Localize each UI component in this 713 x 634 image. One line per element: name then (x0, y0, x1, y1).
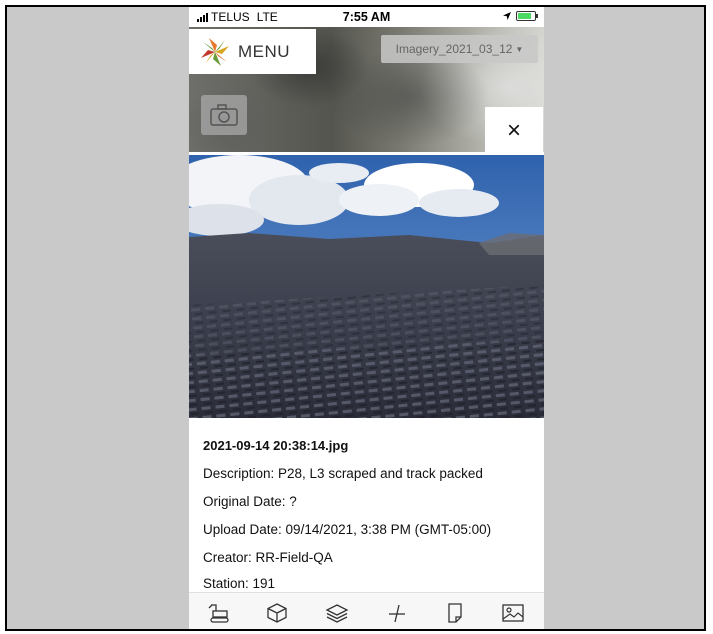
imagery-select-value: Imagery_2021_03_12 (395, 42, 513, 56)
photo-info-panel: 2021-09-14 20:38:14.jpg Description: P28… (189, 418, 544, 592)
camera-button[interactable] (201, 95, 247, 135)
cube-icon (267, 603, 287, 623)
photo-upload-date: Upload Date: 09/14/2021, 3:38 PM (GMT-05… (203, 522, 492, 537)
caret-down-icon: ▼ (515, 44, 524, 54)
close-icon: × (506, 117, 521, 144)
image-icon (502, 604, 524, 622)
clock: 7:55 AM (342, 10, 391, 24)
photo-description: Description: P28, L3 scraped and track p… (203, 466, 483, 481)
status-bar: TELUS LTE 7:55 AM (189, 7, 544, 27)
measure-icon (389, 604, 405, 623)
layers-icon (325, 604, 349, 623)
site-photo (189, 155, 544, 418)
menu-button[interactable]: MENU (189, 29, 316, 74)
status-icons (502, 11, 538, 21)
photo-original-date: Original Date: ? (203, 494, 297, 509)
bottom-toolbar (189, 592, 544, 629)
excavator-tool-button[interactable] (207, 602, 231, 624)
location-arrow-icon (503, 12, 511, 20)
image-tool-button[interactable] (501, 602, 525, 624)
measure-tool-button[interactable] (385, 602, 409, 624)
cube-tool-button[interactable] (265, 602, 289, 624)
close-button[interactable]: × (485, 107, 543, 155)
imagery-select[interactable]: Imagery_2021_03_12 ▼ (381, 35, 538, 63)
menu-label: MENU (238, 41, 291, 61)
document-tool-button[interactable] (443, 602, 467, 624)
document-icon (448, 603, 462, 623)
layers-tool-button[interactable] (325, 602, 349, 624)
photo-filename: 2021-09-14 20:38:14.jpg (203, 438, 349, 453)
camera-icon (210, 104, 238, 126)
excavator-icon (208, 604, 229, 623)
app-frame: TELUS LTE 7:55 AM MENU Imagery_2021_03_1… (5, 5, 706, 631)
photo-station: Station: 191 (203, 576, 276, 591)
battery-icon (516, 11, 538, 21)
app-logo-icon (199, 36, 231, 68)
photo-creator: Creator: RR-Field-QA (203, 550, 333, 565)
phone-screen: TELUS LTE 7:55 AM MENU Imagery_2021_03_1… (189, 7, 544, 629)
